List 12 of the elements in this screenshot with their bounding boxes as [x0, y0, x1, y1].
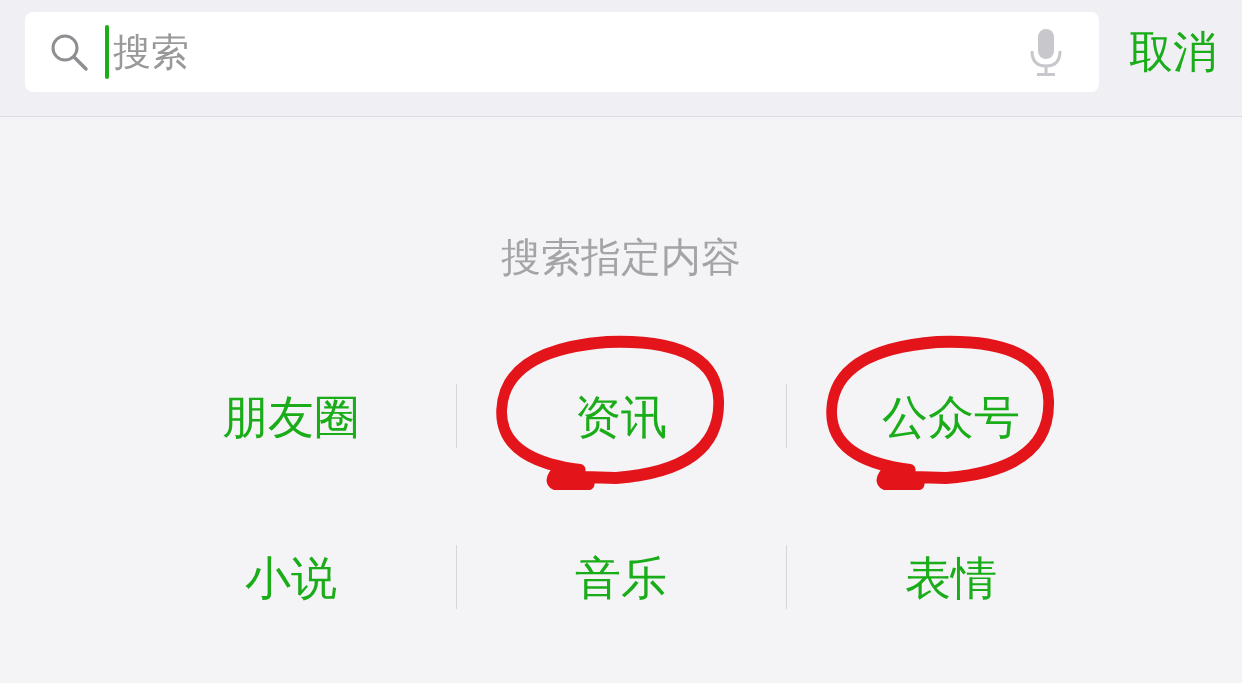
search-field[interactable]: 搜索: [109, 30, 1029, 74]
microphone-icon[interactable]: [1029, 27, 1063, 77]
search-category-link[interactable]: 公众号: [882, 388, 1020, 445]
search-icon: [49, 32, 89, 72]
search-category-link[interactable]: 表情: [905, 549, 997, 606]
search-category-link[interactable]: 朋友圈: [222, 388, 360, 445]
search-category-link[interactable]: 音乐: [575, 549, 667, 606]
cancel-button[interactable]: 取消: [1129, 22, 1217, 82]
search-category-link[interactable]: 小说: [245, 549, 337, 606]
search-field[interactable]: 搜索: [25, 12, 1099, 92]
search-category-link[interactable]: 资讯: [575, 388, 667, 445]
section-title: 搜索指定内容: [501, 233, 741, 281]
